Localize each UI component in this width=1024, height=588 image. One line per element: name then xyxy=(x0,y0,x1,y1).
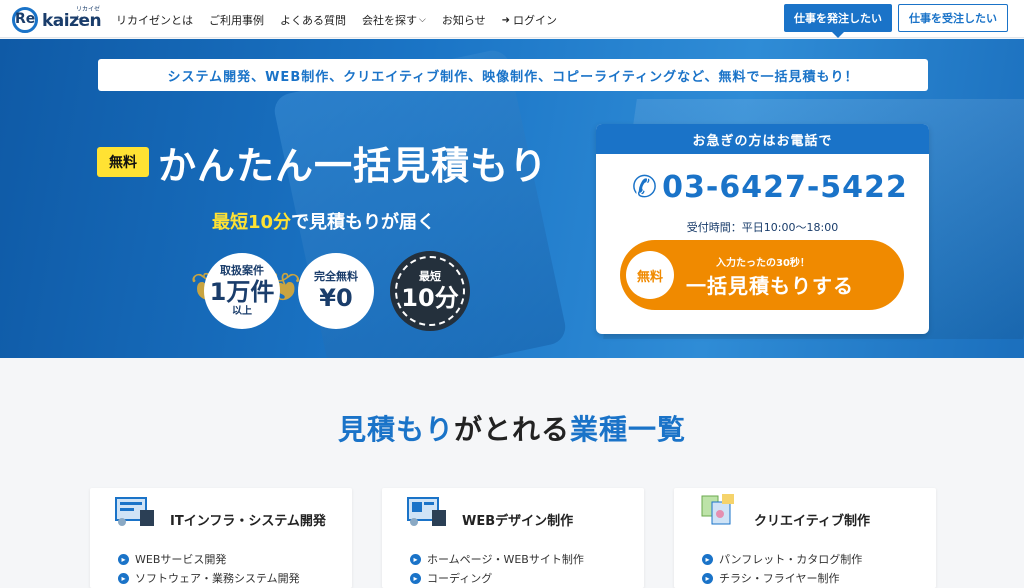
badge-cases-top: 取扱案件 xyxy=(220,264,264,277)
arrow-right-icon: ▸ xyxy=(118,553,129,565)
nav-login-label: ログイン xyxy=(513,14,557,27)
phone-number[interactable]: ✆ 03-6427-5422 xyxy=(632,170,908,205)
subline-rest: で見積もりが届く xyxy=(291,212,436,233)
list-item[interactable]: ▸ コーディング xyxy=(410,570,492,586)
card-title: WEBデザイン制作 xyxy=(462,514,574,529)
nav-faq[interactable]: よくある質問 xyxy=(280,12,346,28)
arrow-right-icon: ▸ xyxy=(118,572,129,584)
logo-re-text: Re xyxy=(15,11,36,27)
hero-headline: かんたん一括見積もり xyxy=(158,135,548,190)
post-job-button[interactable]: 仕事を発注したい xyxy=(784,4,892,38)
badge-free: 完全無料 ¥0 xyxy=(298,253,374,329)
logo-ruby-text: リカイゼン xyxy=(76,6,101,22)
contact-heading: お急ぎの方はお電話で xyxy=(596,124,929,154)
title-part-c: 業種一覧 xyxy=(570,413,687,446)
receive-job-button[interactable]: 仕事を受注したい xyxy=(898,4,1008,32)
list-item-label: ホームページ・WEBサイト制作 xyxy=(427,553,584,566)
cta-free-badge: 無料 xyxy=(626,251,674,299)
list-item-label: WEBサービス開発 xyxy=(135,553,227,566)
hero-section: システム開発、WEB制作、クリエイティブ制作、映像制作、コピーライティングなど、… xyxy=(0,39,1024,358)
system-dev-icon xyxy=(115,497,154,526)
arrow-right-icon: ▸ xyxy=(410,572,421,584)
web-design-icon xyxy=(407,497,446,526)
free-tag: 無料 xyxy=(97,147,149,177)
reception-hours: 受付時間：平日10:00〜18:00 xyxy=(686,221,839,234)
main-nav: リカイゼンとは ご利用事例 よくある質問 会社を探す ⌵ お知らせ ➜ ログイン xyxy=(116,12,573,28)
industry-card-creative[interactable]: クリエイティブ制作 ▸ パンフレット・カタログ制作 ▸ チラシ・フライヤー制作 xyxy=(674,488,936,588)
arrow-right-icon: ▸ xyxy=(702,553,713,565)
contact-box: お急ぎの方はお電話で ✆ 03-6427-5422 受付時間：平日10:00〜1… xyxy=(596,124,929,334)
nav-login[interactable]: ➜ ログイン xyxy=(502,12,557,28)
subline-highlight: 最短10分 xyxy=(212,212,292,233)
login-icon: ➜ xyxy=(501,14,510,26)
industry-card-web[interactable]: WEBデザイン制作 ▸ ホームページ・WEBサイト制作 ▸ コーディング xyxy=(382,488,644,588)
list-item[interactable]: ▸ ソフトウェア・業務システム開発 xyxy=(118,570,300,586)
nav-find-company[interactable]: 会社を探す ⌵ xyxy=(362,12,426,28)
arrow-right-icon: ▸ xyxy=(702,572,713,584)
list-item[interactable]: ▸ WEBサービス開発 xyxy=(118,551,226,567)
badge-free-top: 完全無料 xyxy=(314,270,358,283)
hero-banner: システム開発、WEB制作、クリエイティブ制作、映像制作、コピーライティングなど、… xyxy=(98,59,928,91)
chevron-down-icon: ⌵ xyxy=(419,15,426,25)
badge-cases-bottom: 以上 xyxy=(232,306,252,317)
clock-ticks-icon xyxy=(395,256,465,326)
phone-number-text: 03-6427-5422 xyxy=(662,170,908,205)
headline-part-a: かんたん xyxy=(158,144,315,188)
nav-cases[interactable]: ご利用事例 xyxy=(209,12,264,28)
rekaizen-logo[interactable]: Re kaizen リカイゼン xyxy=(12,5,104,35)
card-title: クリエイティブ制作 xyxy=(754,514,870,529)
nav-news[interactable]: お知らせ xyxy=(442,12,486,28)
list-item-label: ソフトウェア・業務システム開発 xyxy=(135,572,300,585)
list-item[interactable]: ▸ ホームページ・WEBサイト制作 xyxy=(410,551,584,567)
hero-subline: 最短10分で見積もりが届く xyxy=(212,208,435,234)
card-title: ITインフラ・システム開発 xyxy=(170,514,326,529)
cta-small-text: 入力たったの30秒！ xyxy=(716,258,810,269)
list-item-label: コーディング xyxy=(427,572,493,585)
industry-list-title: 見積もりがとれる業種一覧 xyxy=(0,408,1024,448)
industry-card-it[interactable]: ITインフラ・システム開発 ▸ WEBサービス開発 ▸ ソフトウェア・業務システム開… xyxy=(90,488,352,588)
badge-cases-mid: 1万件 xyxy=(209,278,275,306)
list-item[interactable]: ▸ パンフレット・カタログ制作 xyxy=(702,551,862,567)
headline-part-b: 一括見積もり xyxy=(314,144,549,188)
site-header: Re kaizen リカイゼン リカイゼンとは ご利用事例 よくある質問 会社を… xyxy=(0,0,1024,38)
badge-cases: 取扱案件 1万件 以上 xyxy=(204,253,280,329)
badge-free-mid: ¥0 xyxy=(319,284,353,312)
title-part-a: 見積もり xyxy=(337,413,454,446)
cta-main-text: 一括見積もりする xyxy=(686,274,854,298)
nav-find-company-label: 会社を探す xyxy=(362,14,417,27)
arrow-right-icon: ▸ xyxy=(410,553,421,565)
list-item[interactable]: ▸ チラシ・フライヤー制作 xyxy=(702,570,839,586)
phone-icon: ✆ xyxy=(632,170,659,205)
list-item-label: パンフレット・カタログ制作 xyxy=(719,553,863,566)
list-item-label: チラシ・フライヤー制作 xyxy=(719,572,840,585)
title-part-b: がとれる xyxy=(453,413,570,446)
estimate-cta-button[interactable]: 無料 入力たったの30秒！ 一括見積もりする xyxy=(620,240,904,310)
nav-about[interactable]: リカイゼンとは xyxy=(116,12,193,28)
creative-icon xyxy=(701,494,734,525)
